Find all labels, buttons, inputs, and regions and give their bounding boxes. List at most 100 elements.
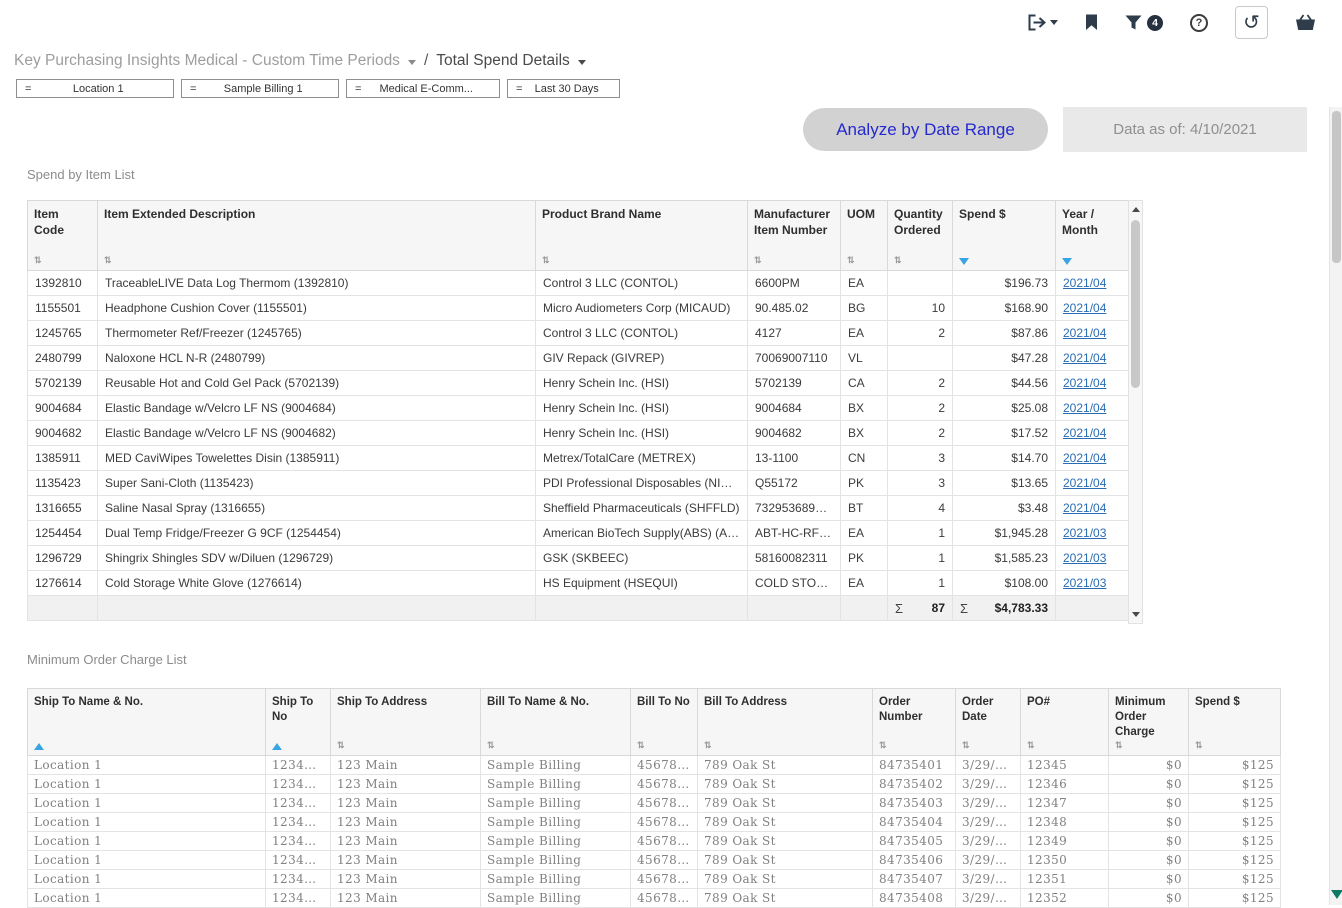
cell: Naloxone HCL N-R (2480799) [98, 346, 536, 371]
cell: 123 Main [331, 774, 481, 793]
cell: 2021/04 [1056, 421, 1129, 446]
year-month-link[interactable]: 2021/03 [1063, 526, 1106, 540]
refresh-button[interactable]: ↺ [1235, 6, 1268, 39]
header-cell-inner: Bill To Name & No.⇅ [481, 689, 630, 755]
year-month-link[interactable]: 2021/04 [1063, 376, 1106, 390]
column-header-quantity-ordered[interactable]: Quantity Ordered⇅ [888, 201, 953, 271]
cell: ABT-HC-RFC9G [748, 521, 841, 546]
analyze-by-date-range-button[interactable]: Analyze by Date Range [803, 108, 1048, 151]
header-cell-inner: Spend $⇅ [1189, 689, 1280, 755]
column-header-bill-to-name-no[interactable]: Bill To Name & No.⇅ [481, 689, 631, 756]
column-header-bill-to-address[interactable]: Bill To Address⇅ [698, 689, 873, 756]
scroll-down-icon[interactable] [1129, 607, 1142, 622]
cell: Headphone Cushion Cover (1155501) [98, 296, 536, 321]
sort-area: ⇅ [754, 255, 834, 265]
column-header-minimum-order-charge[interactable]: Minimum Order Charge⇅ [1109, 689, 1189, 756]
spend-table-scrollbar[interactable] [1128, 200, 1143, 624]
cell: EA [841, 271, 888, 296]
column-header-spend[interactable]: Spend $ [953, 201, 1056, 271]
column-header-order-number[interactable]: Order Number⇅ [873, 689, 956, 756]
cell: 789 Oak St [698, 812, 873, 831]
cell: 3/29/2021 [956, 755, 1021, 774]
export-button[interactable] [1028, 14, 1058, 31]
chevron-down-icon[interactable] [408, 60, 416, 65]
cell: 90.485.02 [748, 296, 841, 321]
filter-chip-sample-billing-1[interactable]: =Sample Billing 1 [181, 79, 339, 98]
year-month-link[interactable]: 2021/04 [1063, 301, 1106, 315]
filter-chip-medical-e-comm[interactable]: =Medical E-Comm... [346, 79, 500, 98]
year-month-link[interactable]: 2021/03 [1063, 576, 1106, 590]
year-month-link[interactable]: 2021/04 [1063, 326, 1106, 340]
column-header-order-date[interactable]: Order Date⇅ [956, 689, 1021, 756]
column-header-item-code[interactable]: Item Code⇅ [28, 201, 98, 271]
cell: 4127 [748, 321, 841, 346]
sort-asc-icon [34, 743, 44, 750]
help-icon: ? [1190, 14, 1208, 32]
cell: 789 Oak St [698, 850, 873, 869]
scroll-down-more-icon[interactable] [1330, 886, 1342, 902]
basket-button[interactable] [1295, 14, 1316, 31]
cell: 2021/04 [1056, 346, 1129, 371]
column-header-year-month[interactable]: Year / Month [1056, 201, 1129, 271]
breadcrumb-dashboard[interactable]: Key Purchasing Insights Medical - Custom… [14, 52, 400, 70]
column-header-bill-to-no[interactable]: Bill To No⇅ [631, 689, 698, 756]
cell: Metrex/TotalCare (METREX) [536, 446, 748, 471]
cell: PDI Professional Disposables (NICEPK) [536, 471, 748, 496]
scrollbar-thumb[interactable] [1131, 220, 1140, 388]
column-header-item-extended-description[interactable]: Item Extended Description⇅ [98, 201, 536, 271]
column-header-ship-to-name-no[interactable]: Ship To Name & No. [28, 689, 266, 756]
cell: $87.86 [953, 321, 1056, 346]
filter-chip-location-1[interactable]: =Location 1 [16, 79, 174, 98]
cell: Location 1 [28, 774, 266, 793]
year-month-link[interactable]: 2021/04 [1063, 476, 1106, 490]
scroll-up-icon[interactable] [1129, 202, 1142, 217]
cell: 84735407 [873, 869, 956, 888]
column-label: UOM [847, 207, 881, 223]
cell: PK [841, 471, 888, 496]
cell: Sample Billing [481, 869, 631, 888]
scrollbar-thumb[interactable] [1332, 111, 1341, 263]
cell: 12352 [1021, 888, 1109, 907]
year-month-link[interactable]: 2021/04 [1063, 401, 1106, 415]
cell: MED CaviWipes Towelettes Disin (1385911) [98, 446, 536, 471]
filter-chip-last-30-days[interactable]: =Last 30 Days [507, 79, 620, 98]
column-header-uom[interactable]: UOM ⇅ [841, 201, 888, 271]
cell: $3.48 [953, 496, 1056, 521]
column-header-spend[interactable]: Spend $⇅ [1189, 689, 1281, 756]
chevron-down-icon[interactable] [578, 60, 586, 65]
column-header-product-brand-name[interactable]: Product Brand Name⇅ [536, 201, 748, 271]
cell: 2021/03 [1056, 546, 1129, 571]
column-header-ship-to-address[interactable]: Ship To Address⇅ [331, 689, 481, 756]
help-button[interactable]: ? [1190, 14, 1208, 32]
column-header-po[interactable]: PO#⇅ [1021, 689, 1109, 756]
cell: $0 [1109, 869, 1189, 888]
header-cell-inner: UOM ⇅ [841, 201, 887, 270]
year-month-link[interactable]: 2021/04 [1063, 276, 1106, 290]
filter-button[interactable]: 4 [1125, 15, 1163, 31]
cell: $0 [1109, 774, 1189, 793]
sort-area: ⇅ [542, 255, 741, 265]
breadcrumb-report[interactable]: Total Spend Details [436, 52, 570, 70]
sort-icon: ⇅ [847, 256, 855, 265]
cell: 84735404 [873, 812, 956, 831]
table-row: Location 11234567123 MainSample Billing4… [28, 869, 1281, 888]
year-month-link[interactable]: 2021/03 [1063, 551, 1106, 565]
cell: BX [841, 396, 888, 421]
cell: 84735401 [873, 755, 956, 774]
year-month-link[interactable]: 2021/04 [1063, 351, 1106, 365]
year-month-link[interactable]: 2021/04 [1063, 426, 1106, 440]
cell: 789 Oak St [698, 755, 873, 774]
column-header-ship-to-no[interactable]: Ship To No [266, 689, 331, 756]
cell: $13.65 [953, 471, 1056, 496]
column-header-manufacturer-item-number[interactable]: Manufacturer Item Number⇅ [748, 201, 841, 271]
cell: 3/29/2021 [956, 850, 1021, 869]
year-month-link[interactable]: 2021/04 [1063, 501, 1106, 515]
page-scrollbar[interactable] [1329, 107, 1342, 905]
spend-by-item-table: Item Code⇅Item Extended Description⇅Prod… [27, 200, 1129, 621]
year-month-link[interactable]: 2021/04 [1063, 451, 1106, 465]
bookmark-button[interactable] [1085, 14, 1098, 31]
cell: 9004682 [748, 421, 841, 446]
cell: 4567890 [631, 831, 698, 850]
cell: 123 Main [331, 812, 481, 831]
header-cell-inner: Order Date⇅ [956, 689, 1020, 755]
